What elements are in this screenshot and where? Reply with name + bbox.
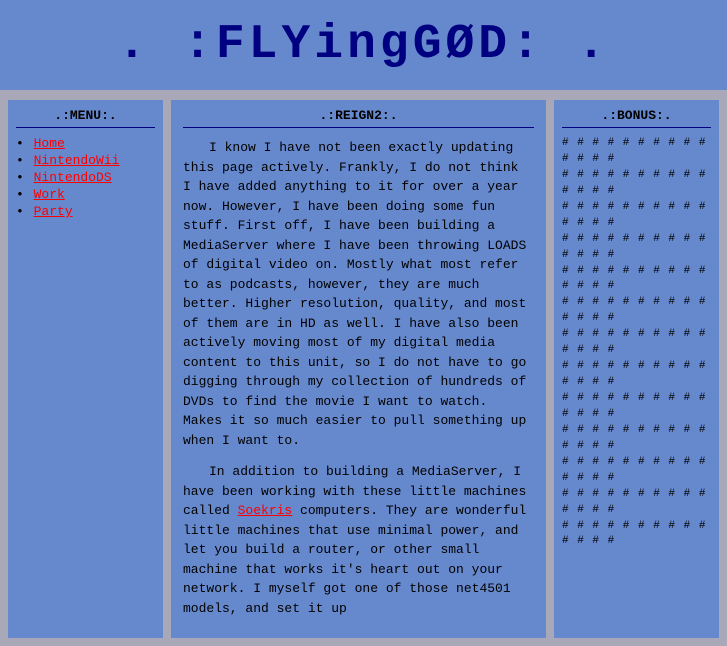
sidebar-item-nintendods[interactable]: NintendoDS	[16, 170, 155, 185]
sidebar-link-nintendowii[interactable]: NintendoWii	[34, 153, 120, 168]
sidebar-title: .:MENU:.	[16, 108, 155, 123]
sidebar-item-nintendowii[interactable]: NintendoWii	[16, 153, 155, 168]
soekris-link[interactable]: Soekris	[238, 503, 293, 518]
bonus-divider	[562, 127, 711, 128]
sidebar: .:MENU:. Home NintendoWii NintendoDS Wor…	[8, 100, 163, 638]
sidebar-item-work[interactable]: Work	[16, 187, 155, 202]
site-title: . :FLYingGØD: .	[10, 18, 717, 72]
main-content: .:REIGN2:. I know I have not been exactl…	[171, 100, 546, 638]
bonus-title: .:BONUS:.	[562, 108, 711, 123]
content-paragraph-2: In addition to building a MediaServer, I…	[183, 462, 534, 618]
content-divider	[183, 127, 534, 128]
sidebar-divider	[16, 127, 155, 128]
sidebar-link-party[interactable]: Party	[34, 204, 73, 219]
content-paragraph-1: I know I have not been exactly updating …	[183, 138, 534, 450]
sidebar-link-home[interactable]: Home	[34, 136, 65, 151]
bonus-panel: .:BONUS:. # # # # # # # # # # # # # # # …	[554, 100, 719, 638]
sidebar-item-party[interactable]: Party	[16, 204, 155, 219]
sidebar-link-nintendods[interactable]: NintendoDS	[34, 170, 112, 185]
content-title: .:REIGN2:.	[183, 108, 534, 123]
content-paragraph-2-text-after: computers. They are wonderful little mac…	[183, 503, 526, 616]
page-header: . :FLYingGØD: .	[0, 0, 727, 90]
sidebar-item-home[interactable]: Home	[16, 136, 155, 151]
sidebar-link-work[interactable]: Work	[34, 187, 65, 202]
main-container: .:MENU:. Home NintendoWii NintendoDS Wor…	[0, 100, 727, 646]
sidebar-nav: Home NintendoWii NintendoDS Work Party	[16, 136, 155, 219]
hash-grid: # # # # # # # # # # # # # # # # # # # # …	[562, 136, 711, 550]
